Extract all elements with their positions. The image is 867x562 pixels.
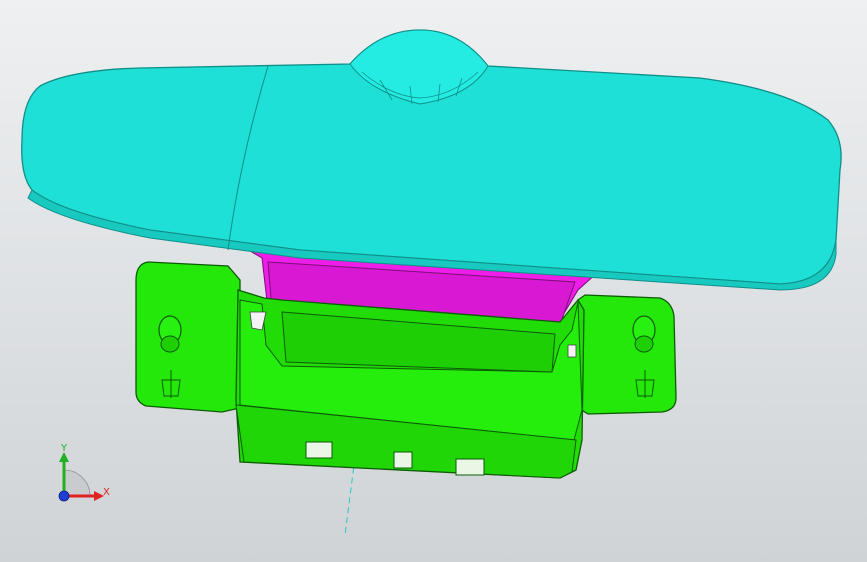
x-axis-label: X bbox=[103, 487, 110, 498]
y-axis-label: Y bbox=[61, 443, 68, 454]
cad-viewport[interactable]: Y X bbox=[0, 0, 867, 562]
triad-graphic bbox=[58, 452, 104, 502]
mirror-part[interactable] bbox=[21, 29, 842, 291]
3d-model-view[interactable] bbox=[0, 0, 867, 562]
z-axis-origin bbox=[58, 490, 70, 502]
triad-arc bbox=[63, 469, 91, 497]
view-orientation-triad: Y X bbox=[40, 440, 120, 510]
